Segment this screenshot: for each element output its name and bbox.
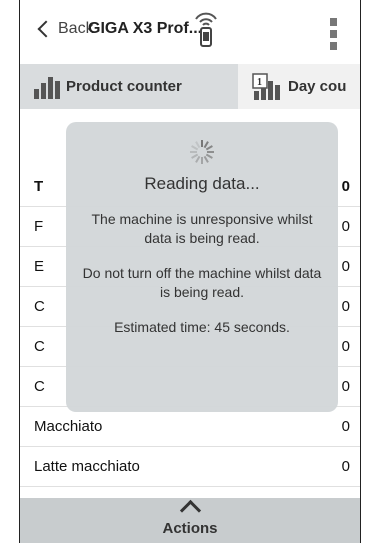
row-value: 0	[341, 378, 350, 395]
row-value: 0	[341, 458, 350, 475]
row-name: E	[34, 258, 45, 275]
row-name: F	[34, 218, 44, 235]
bar-chart-icon	[34, 75, 60, 99]
navigation-bar: Back GIGA X3 Prof...	[20, 0, 360, 63]
row-name: Latte macchiato	[34, 458, 140, 475]
calendar-bar-chart-icon: 1	[252, 72, 280, 100]
row-value: 0	[341, 218, 350, 235]
list-item: Macchiato 0	[20, 408, 360, 447]
list-item: Latte macchiato 0	[20, 448, 360, 487]
row-name: Macchiato	[34, 418, 103, 435]
row-value: 0	[341, 298, 350, 315]
app-frame: Back GIGA X3 Prof... Product counter 1 D…	[19, 0, 361, 543]
tab-product-counter[interactable]: Product counter	[20, 64, 252, 109]
chevron-left-icon	[37, 20, 55, 38]
back-button[interactable]: Back	[36, 20, 94, 38]
row-value: 0	[341, 258, 350, 275]
page-title: GIGA X3 Prof...	[88, 20, 203, 37]
more-options-icon[interactable]	[330, 18, 338, 58]
row-name: C	[34, 378, 45, 395]
row-name: C	[34, 298, 45, 315]
row-name: T	[34, 178, 44, 195]
loading-spinner-icon	[190, 140, 214, 164]
tab-bar: Product counter 1 Day cou	[20, 64, 360, 109]
actions-button[interactable]: Actions	[20, 498, 360, 543]
row-value: 0	[341, 178, 350, 195]
chevron-up-icon	[179, 499, 201, 522]
dialog-message-unresponsive: The machine is unresponsive whilst data …	[91, 211, 313, 246]
tab-label: Day cou	[288, 78, 347, 95]
dialog-message-do-not-turn-off: Do not turn off the machine whilst data …	[82, 265, 322, 300]
row-value: 0	[341, 338, 350, 355]
actions-label: Actions	[162, 520, 218, 537]
tab-label: Product counter	[66, 78, 182, 95]
svg-text:1: 1	[257, 77, 262, 88]
dialog-heading: Reading data...	[144, 174, 260, 193]
dialog-estimated-time: Estimated time: 45 seconds.	[114, 319, 290, 335]
tab-day-counter[interactable]: 1 Day cou	[238, 64, 360, 109]
row-value: 0	[341, 418, 350, 435]
remote-connection-icon[interactable]	[192, 10, 220, 50]
row-name: C	[34, 338, 45, 355]
reading-data-dialog: Reading data... The machine is unrespons…	[66, 122, 338, 412]
